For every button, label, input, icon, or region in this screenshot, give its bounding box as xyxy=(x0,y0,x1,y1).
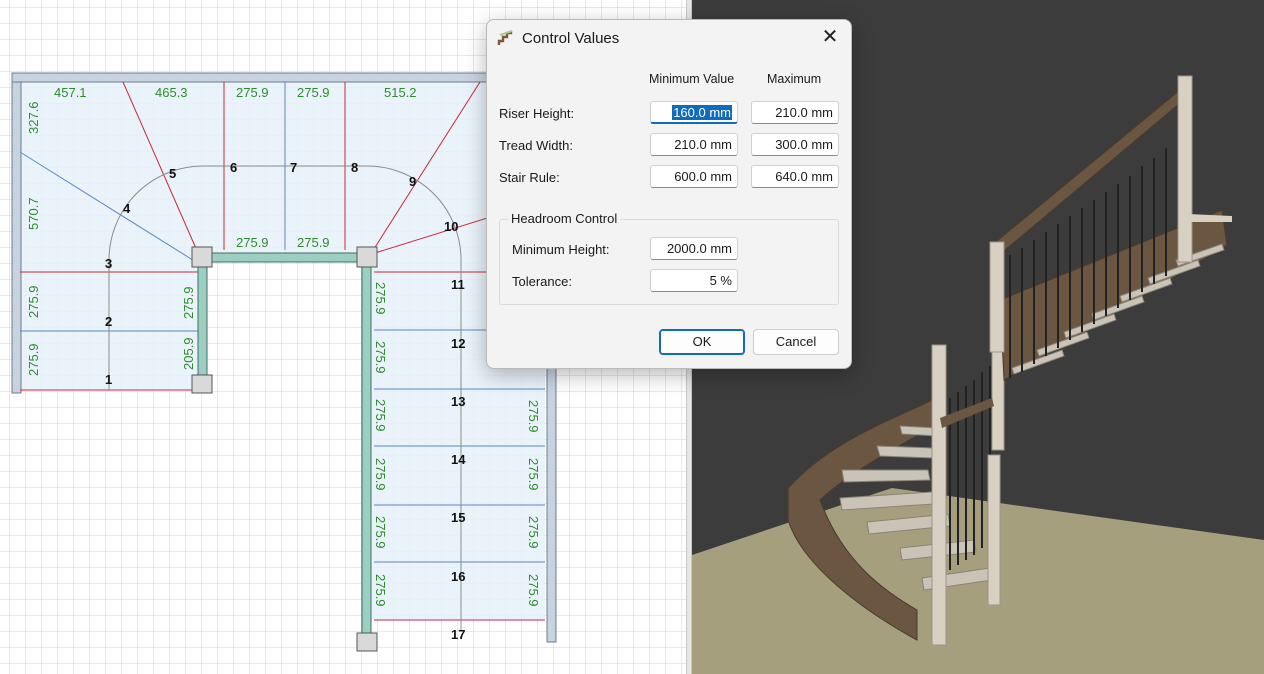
riser-height-min-field[interactable]: 160.0 mm xyxy=(650,101,738,124)
tread-width-label: Tread Width: xyxy=(499,138,573,153)
dimension-label: 275.9 xyxy=(297,85,330,100)
minimum-height-field[interactable]: 2000.0 mm xyxy=(650,237,738,260)
column-header-minimum: Minimum Value xyxy=(649,72,735,86)
dimension-label: 275.9 xyxy=(26,285,41,318)
riser-height-min-value: 160.0 mm xyxy=(672,105,732,120)
tread-width-max-field[interactable]: 300.0 mm xyxy=(751,133,839,156)
cancel-button[interactable]: Cancel xyxy=(753,329,839,355)
staircase-icon xyxy=(497,30,513,45)
dimension-label: 275.9 xyxy=(236,235,269,250)
step-number: 17 xyxy=(451,627,465,642)
step-number: 4 xyxy=(123,201,131,216)
dimension-label: 275.9 xyxy=(373,516,388,549)
headroom-control-title: Headroom Control xyxy=(508,211,621,226)
step-number: 6 xyxy=(230,160,237,175)
ok-button[interactable]: OK xyxy=(659,329,745,355)
dimension-label: 275.9 xyxy=(297,235,330,250)
dimension-label: 275.9 xyxy=(373,341,388,374)
dimension-label: 275.9 xyxy=(526,574,541,607)
dimension-label: 275.9 xyxy=(26,343,41,376)
dimension-label: 275.9 xyxy=(373,458,388,491)
close-icon[interactable]: ✕ xyxy=(817,26,843,50)
step-number: 14 xyxy=(451,452,466,467)
step-number: 15 xyxy=(451,510,465,525)
dimension-label: 465.3 xyxy=(155,85,188,100)
dimension-label: 275.9 xyxy=(526,400,541,433)
headroom-control-group: Headroom Control Minimum Height: 2000.0 … xyxy=(499,211,839,305)
step-number: 1 xyxy=(105,372,112,387)
dialog-title: Control Values xyxy=(522,30,620,47)
dimension-label: 275.9 xyxy=(373,399,388,432)
step-number: 10 xyxy=(444,219,458,234)
tread-width-min-field[interactable]: 210.0 mm xyxy=(650,133,738,156)
stair-rule-max-field[interactable]: 640.0 mm xyxy=(751,165,839,188)
step-number: 8 xyxy=(351,160,358,175)
dimension-label: 275.9 xyxy=(526,516,541,549)
minimum-height-label: Minimum Height: xyxy=(512,242,610,257)
dimension-label: 205.9 xyxy=(181,337,196,370)
column-header-maximum: Maximum xyxy=(767,72,822,86)
riser-height-label: Riser Height: xyxy=(499,106,575,121)
step-number: 7 xyxy=(290,160,297,175)
dimension-label: 275.9 xyxy=(373,574,388,607)
step-number: 12 xyxy=(451,336,465,351)
dimension-label: 275.9 xyxy=(181,286,196,319)
tolerance-label: Tolerance: xyxy=(512,274,572,289)
dimension-label: 275.9 xyxy=(373,282,388,315)
stair-rule-min-field[interactable]: 600.0 mm xyxy=(650,165,738,188)
step-number: 9 xyxy=(409,174,416,189)
riser-height-max-field[interactable]: 210.0 mm xyxy=(751,101,839,124)
step-number: 11 xyxy=(451,277,465,292)
dimension-label: 457.1 xyxy=(54,85,87,100)
dimension-label: 275.9 xyxy=(236,85,269,100)
dimension-label: 275.9 xyxy=(526,458,541,491)
tolerance-field[interactable]: 5 % xyxy=(650,269,738,292)
dimension-label: 327.6 xyxy=(26,101,41,134)
step-number: 16 xyxy=(451,569,465,584)
stair-rule-label: Stair Rule: xyxy=(499,170,560,185)
step-number: 2 xyxy=(105,314,112,329)
step-number: 3 xyxy=(105,256,112,271)
dimension-label: 570.7 xyxy=(26,197,41,230)
dimension-label: 515.2 xyxy=(384,85,417,100)
step-number: 5 xyxy=(169,166,176,181)
step-number: 13 xyxy=(451,394,465,409)
control-values-dialog[interactable]: Control Values ✕ Minimum Value Maximum R… xyxy=(486,19,852,369)
